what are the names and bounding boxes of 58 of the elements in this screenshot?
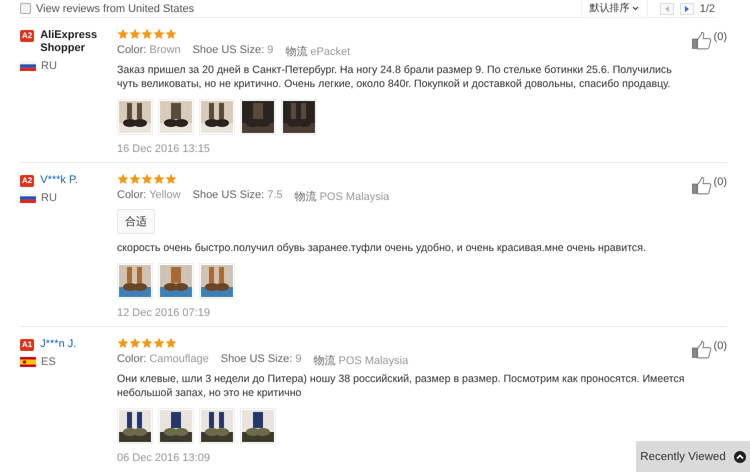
star-icon bbox=[165, 173, 177, 185]
star-icon bbox=[153, 173, 165, 185]
product-attribute: Shoe US Size: 9 bbox=[220, 353, 302, 367]
buyer-level-badge: A1 bbox=[20, 339, 34, 351]
next-page-button[interactable] bbox=[680, 2, 694, 14]
country-code: RU bbox=[41, 192, 57, 204]
like-count: (0) bbox=[714, 176, 727, 188]
review-text: Заказ пришел за 20 дней в Санкт-Петербург. На ногу 24.8 брали размер 9. По стельке ботинки 25.6. Получились чуть великоваты, но не критично. Очень легкие, около 840г. Покупкой и доставкой довольны, спасибо продавцу. bbox=[117, 63, 673, 91]
flag-icon bbox=[20, 61, 36, 71]
product-attribute: 物流 ePacket bbox=[285, 44, 350, 59]
star-icon bbox=[117, 173, 129, 185]
checkbox[interactable] bbox=[20, 3, 31, 14]
product-attribute: Shoe US Size: 7.5 bbox=[192, 189, 283, 203]
star-icon bbox=[117, 337, 129, 349]
caret-right-icon bbox=[684, 6, 689, 12]
star-icon bbox=[129, 337, 141, 349]
star-icon bbox=[129, 173, 141, 185]
reviewer-name[interactable]: J***n J. bbox=[40, 338, 76, 351]
review-tag: 合适 bbox=[117, 209, 155, 234]
thumbs-up-icon[interactable] bbox=[692, 340, 712, 359]
chevron-up-icon bbox=[734, 450, 746, 462]
sort-dropdown[interactable]: 默认排序 bbox=[580, 0, 648, 18]
page-indicator: 1/2 bbox=[700, 2, 715, 14]
chevron-down-icon bbox=[632, 6, 639, 10]
thumbs-up-icon[interactable] bbox=[692, 176, 712, 195]
star-icon bbox=[141, 28, 153, 40]
product-attribute: Color: Yellow bbox=[117, 189, 181, 203]
like-count: (0) bbox=[714, 340, 727, 352]
flag-icon bbox=[20, 357, 36, 367]
star-icon bbox=[165, 337, 177, 349]
star-icon bbox=[165, 28, 177, 40]
star-icon bbox=[117, 28, 129, 40]
country-code: RU bbox=[41, 60, 57, 72]
product-attribute: 物流 POS Malaysia bbox=[294, 190, 390, 204]
product-attribute: Shoe US Size: 9 bbox=[192, 44, 274, 58]
caret-left-icon bbox=[664, 6, 669, 12]
like-count: (0) bbox=[714, 31, 727, 43]
recently-viewed-button[interactable]: Recently Viewed bbox=[636, 441, 750, 472]
thumbs-up-icon[interactable] bbox=[692, 31, 712, 50]
reviewer-name[interactable]: V***k P. bbox=[40, 174, 78, 187]
star-icon bbox=[153, 28, 165, 40]
product-attribute: 物流 POS Malaysia bbox=[313, 354, 408, 368]
review-date: 16 Dec 2016 13:15 bbox=[117, 143, 210, 155]
product-attribute: Color: Brown bbox=[117, 44, 181, 58]
star-icon bbox=[153, 337, 165, 349]
review-text: Они клевые, шли 3 недели до Питера) ношу 38 российский, размер в размер. Посмотрим как проносятся. Имеется небольшой запах, но это не критично bbox=[117, 372, 686, 400]
review-text: скорость очень быстро.получил обувь заранее.туфли очень удобно, и очень красивая.мне очень нравится. bbox=[117, 241, 647, 255]
star-icon bbox=[141, 337, 153, 349]
review-date: 06 Dec 2016 13:09 bbox=[117, 452, 210, 464]
star-icon bbox=[129, 28, 141, 40]
flag-icon bbox=[20, 193, 36, 203]
buyer-level-badge: A2 bbox=[20, 175, 34, 187]
buyer-level-badge: A2 bbox=[20, 30, 34, 42]
country-code: ES bbox=[41, 356, 56, 368]
star-icon bbox=[141, 173, 153, 185]
reviewer-name: AliExpress Shopper bbox=[40, 29, 98, 55]
review-date: 12 Dec 2016 07:19 bbox=[117, 307, 210, 319]
product-attribute: Color: Camouflage bbox=[117, 353, 209, 367]
